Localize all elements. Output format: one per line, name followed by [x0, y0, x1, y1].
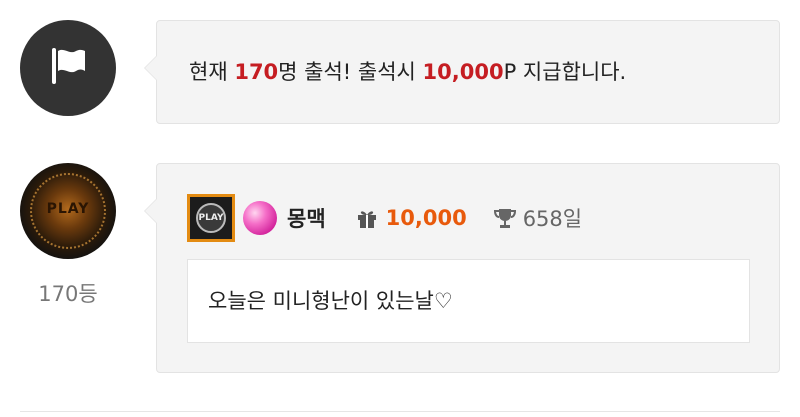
notice-text: 현재 170명 출석! 출석시 10,000P 지급합니다.: [189, 57, 626, 87]
user-nickname[interactable]: 몽맥: [287, 203, 326, 233]
avatar-logo-text: PLAY: [46, 201, 90, 217]
row-divider: [20, 411, 780, 412]
user-avatar[interactable]: PLAY: [20, 163, 116, 259]
attendance-notice: 현재 170명 출석! 출석시 10,000P 지급합니다.: [144, 20, 780, 124]
comment-message-box: 오늘은 미니형난이 있는날♡: [187, 259, 750, 343]
notice-prefix: 현재: [189, 60, 235, 84]
gift-icon: [356, 207, 378, 229]
attendance-count: 170: [234, 60, 279, 84]
comment-meta: PLAY 몽맥 10,000 658일: [187, 194, 582, 242]
notice-suffix: P 지급합니다.: [503, 60, 627, 84]
reward-points: 10,000: [422, 60, 504, 84]
level-badge-label: PLAY: [196, 203, 226, 233]
flag-icon: [46, 44, 90, 92]
candy-icon: [243, 201, 277, 235]
attendance-rank: 170등: [38, 282, 98, 306]
notice-avatar: [20, 20, 116, 116]
level-badge-icon: PLAY: [187, 194, 235, 242]
attendance-days: 658일: [522, 207, 583, 231]
notice-middle: 명 출석! 출석시: [278, 60, 423, 84]
comment-message: 오늘은 미니형난이 있는날♡: [208, 289, 453, 313]
comment-bubble: PLAY 몽맥 10,000 658일 오늘은 미니형난이 있는날♡: [144, 163, 780, 373]
user-points: 10,000: [385, 206, 467, 230]
trophy-icon: [493, 207, 517, 229]
